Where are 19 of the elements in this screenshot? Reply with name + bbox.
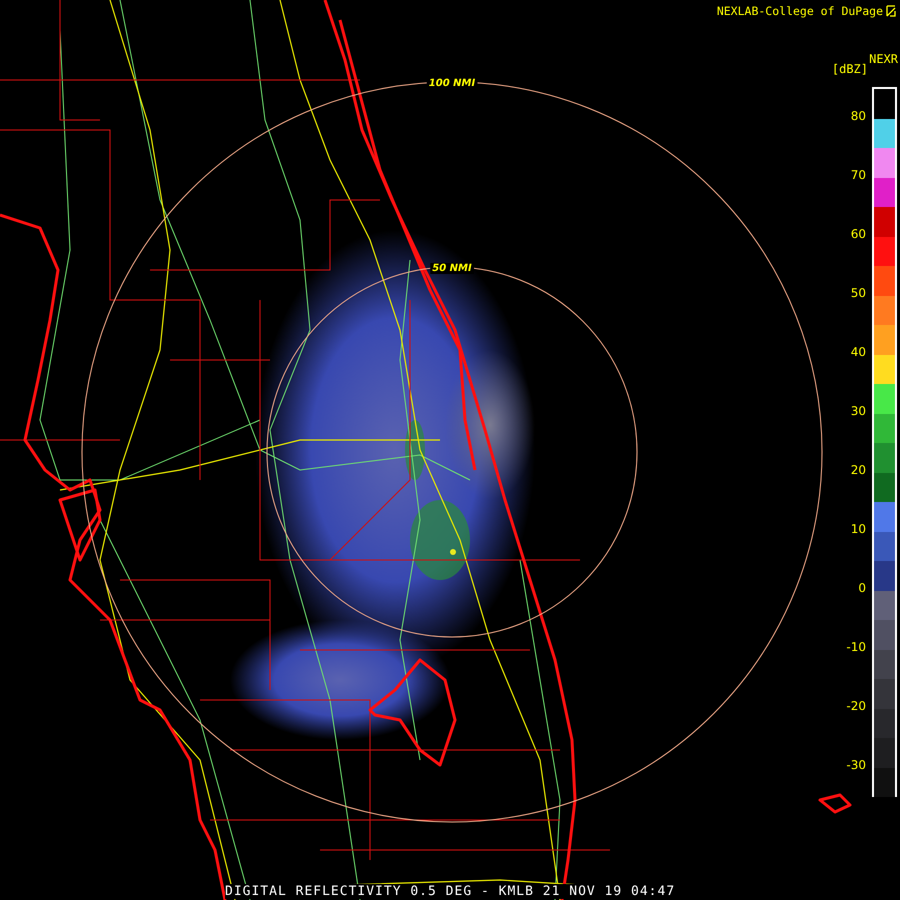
product-caption: DIGITAL REFLECTIVITY 0.5 DEG - KMLB 21 NOV 19 04:47 bbox=[225, 884, 676, 899]
scale-label: 80 bbox=[850, 108, 866, 125]
unit-label: [dBZ] bbox=[832, 62, 868, 76]
scale-label: 20 bbox=[850, 462, 866, 479]
scale-label: 10 bbox=[850, 521, 866, 538]
scale-label: 30 bbox=[850, 403, 866, 420]
range-ring-label: 50 NMI bbox=[432, 263, 472, 274]
credit-text: NEXLAB-College of DuPage bbox=[716, 4, 883, 18]
logo-icon bbox=[886, 5, 896, 17]
scale-label: 60 bbox=[850, 226, 866, 243]
scale-label: 0 bbox=[858, 580, 866, 597]
scale-label: -20 bbox=[846, 698, 866, 715]
scale-label: 50 bbox=[850, 285, 866, 302]
product-label: NEXR bbox=[869, 52, 898, 66]
scale-label: 70 bbox=[850, 167, 866, 184]
scale-label: -30 bbox=[846, 757, 866, 774]
scale-label: -10 bbox=[846, 639, 866, 656]
range-ring-label: 100 NMI bbox=[428, 78, 476, 89]
scale-label: 40 bbox=[850, 344, 866, 361]
